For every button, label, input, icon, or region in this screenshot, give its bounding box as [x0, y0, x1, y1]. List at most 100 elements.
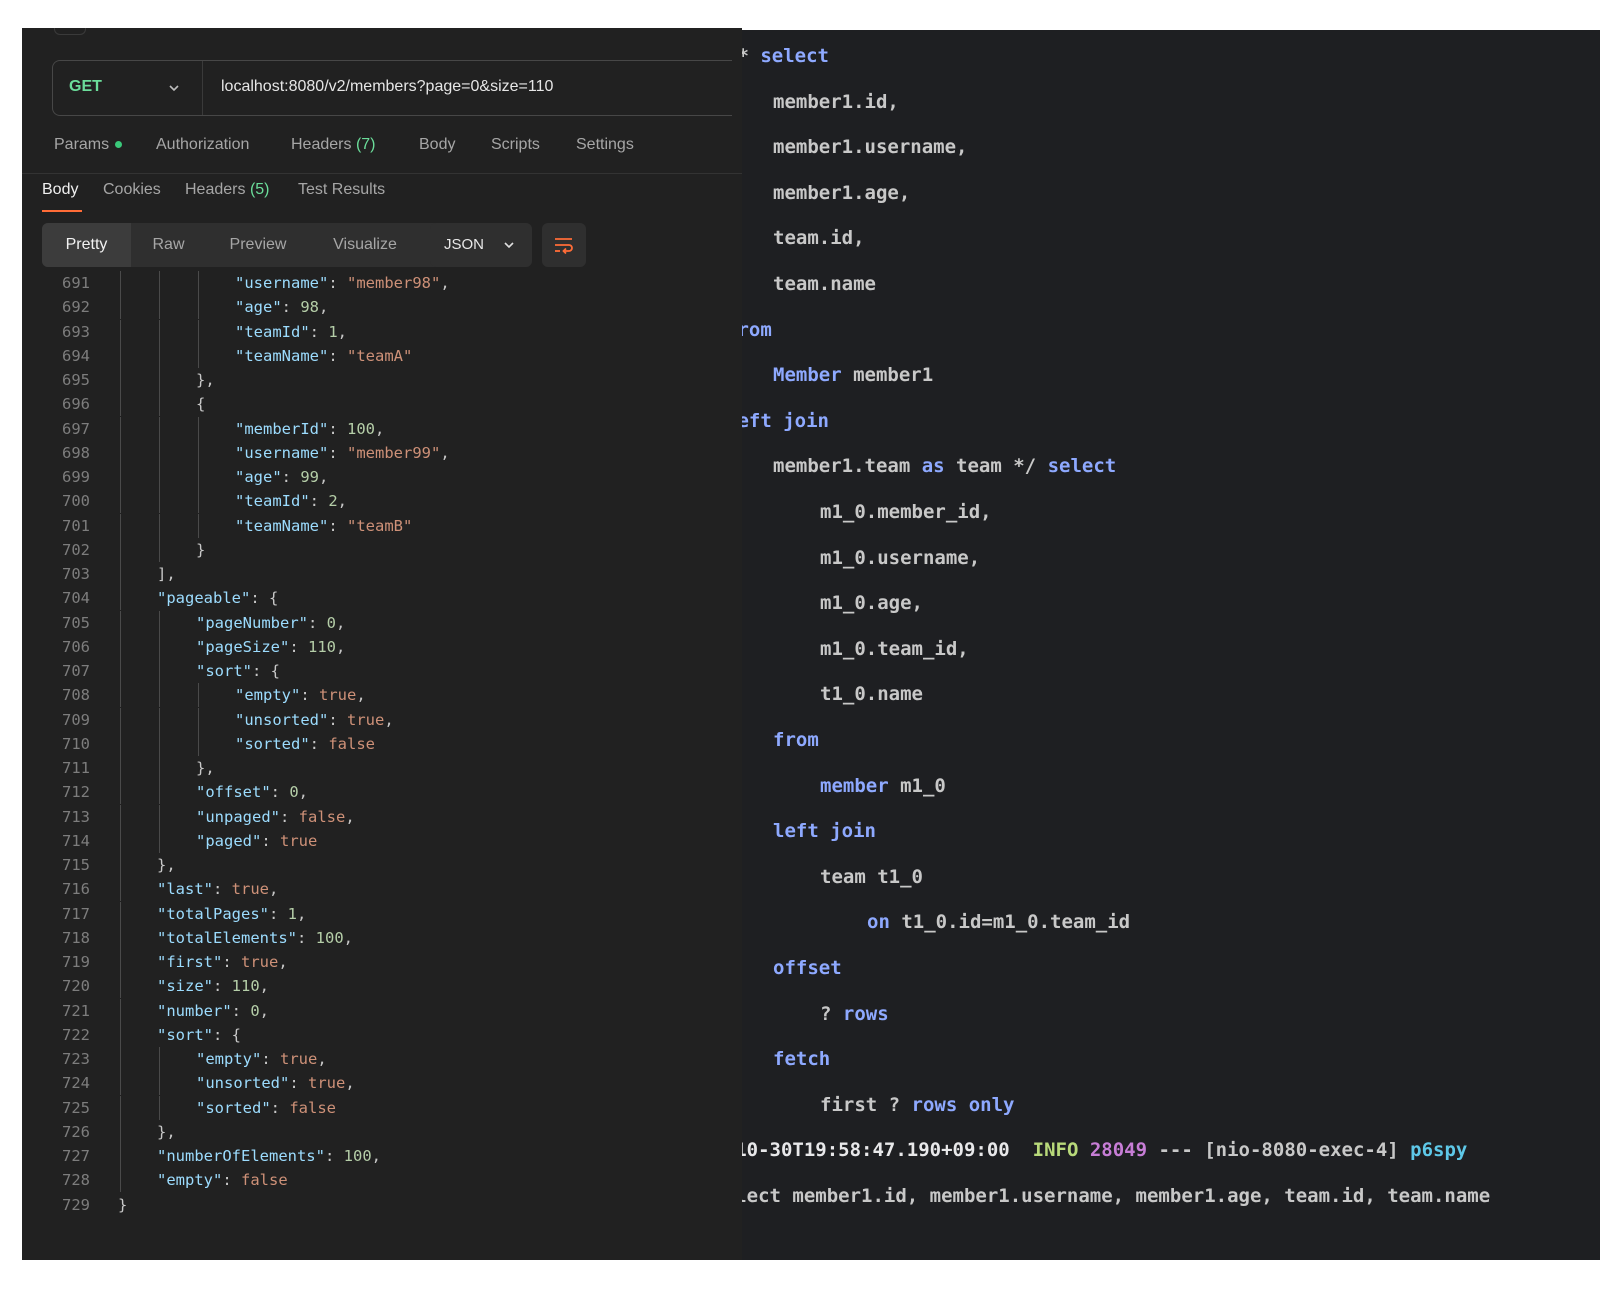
code-text: "sort": {	[157, 1023, 241, 1047]
line-number: 716	[62, 880, 90, 899]
tab-response-headers-count: (5)	[249, 181, 270, 198]
tab-body[interactable]: Body	[419, 136, 455, 154]
code-text: "age": 99,	[235, 465, 328, 489]
code-token: "unsorted"	[235, 710, 329, 729]
indent-guide	[120, 901, 121, 926]
code-token: :	[309, 734, 329, 753]
sql-log-line: offset	[773, 953, 842, 983]
sql-log-line: team.name	[773, 269, 876, 299]
line-number: 699	[62, 468, 90, 486]
sql-token: as	[921, 455, 945, 478]
sql-log-line: team t1_0	[820, 862, 923, 892]
sql-log-line: member m1_0	[820, 771, 946, 801]
indent-guide	[120, 610, 121, 635]
tab-test-results-label: Test Results	[298, 181, 386, 198]
code-line: 699 "age": 99,	[22, 465, 742, 489]
code-line: 727 "numberOfElements": 100,	[22, 1144, 742, 1168]
view-preview-button[interactable]: Preview	[206, 223, 310, 267]
sql-log-line: left join	[742, 406, 829, 436]
code-text: }	[118, 1193, 127, 1217]
indent-guide	[198, 465, 199, 489]
tab-cookies[interactable]: Cookies	[103, 181, 161, 199]
sql-log-line: t1_0.name	[820, 679, 923, 709]
tab-response-body[interactable]: Body	[42, 181, 78, 199]
text-wrap-icon	[555, 238, 573, 255]
indent-guide	[120, 1119, 121, 1144]
code-token: }	[196, 540, 206, 559]
indent-guide	[159, 343, 160, 368]
tab-headers[interactable]: Headers (7)	[291, 136, 376, 154]
view-visualize-button[interactable]: Visualize	[310, 223, 420, 267]
sql-log-line: team.id,	[773, 223, 865, 253]
indent-guide	[120, 319, 121, 344]
view-pretty-button[interactable]: Pretty	[42, 223, 131, 267]
view-raw-button[interactable]: Raw	[131, 223, 206, 267]
code-token: "numberOfElements"	[157, 1147, 325, 1165]
response-body-editor[interactable]: 691 "username": "member98", 692 "age": 98, 6…	[22, 271, 742, 1260]
indent-guide	[159, 659, 160, 683]
code-token: "offset"	[196, 783, 271, 802]
code-text: "size": 110,	[157, 974, 269, 998]
indent-guide	[159, 1071, 160, 1096]
indent-guide	[120, 537, 121, 562]
line-number: 693	[62, 322, 90, 341]
wrap-lines-button[interactable]	[542, 223, 586, 267]
format-label: JSON	[444, 236, 485, 253]
tab-test-results[interactable]: Test Results	[298, 181, 385, 199]
method-select[interactable]: GET	[53, 61, 203, 115]
code-text: "unsorted": true,	[235, 708, 394, 732]
code-token: "empty"	[235, 686, 301, 705]
line-number: 696	[62, 395, 90, 414]
sql-token: 2024-10-30T19:58:47.190+09:00	[742, 1139, 1010, 1162]
indent-guide	[198, 707, 199, 732]
code-token: ,	[384, 710, 394, 729]
sql-token: ?	[820, 1002, 843, 1025]
code-text: "age": 98,	[235, 295, 328, 319]
sql-token: --- [nio-8080-exec-4]	[1147, 1139, 1411, 1162]
sql-token: from	[773, 729, 819, 751]
tab-params[interactable]: Params	[54, 136, 123, 154]
url-input[interactable]: localhost:8080/v2/members?page=0&size=11…	[221, 78, 553, 96]
line-number: 719	[62, 953, 90, 971]
indent-guide	[120, 271, 121, 295]
code-token: :	[328, 516, 347, 535]
line-number: 694	[62, 346, 90, 365]
indent-guide	[120, 295, 121, 320]
code-token: :	[328, 346, 347, 365]
code-line: 720 "size": 110,	[22, 974, 742, 999]
code-text: "numberOfElements": 100,	[157, 1144, 381, 1168]
indent-guide	[159, 780, 160, 805]
tab-response-body-label: Body	[42, 181, 79, 198]
tab-settings[interactable]: Settings	[576, 136, 634, 154]
code-token: true	[241, 953, 279, 971]
sql-token: m1_0	[888, 774, 946, 797]
line-number: 712	[62, 783, 90, 802]
code-token: ,	[440, 443, 450, 462]
code-text: },	[196, 756, 215, 780]
sql-log-line: Member member1	[773, 360, 933, 390]
code-text: "totalElements": 100,	[157, 926, 353, 950]
code-token: ,	[337, 492, 348, 511]
sql-token: member1	[841, 364, 934, 387]
code-text: }	[196, 538, 205, 562]
tab-scripts[interactable]: Scripts	[491, 136, 540, 154]
line-number: 717	[62, 904, 90, 923]
indent-guide	[120, 659, 121, 683]
sql-token: t1_0.id=m1_0.team_id	[889, 911, 1131, 934]
code-line: 718 "totalElements": 100,	[22, 925, 742, 950]
indent-guide	[120, 416, 121, 441]
code-text: "totalPages": 1,	[157, 902, 306, 926]
sql-log-line: m1_0.team_id,	[820, 634, 969, 664]
tab-authorization[interactable]: Authorization	[156, 136, 249, 154]
code-line: 710 "sorted": false	[22, 731, 742, 756]
tab-response-headers[interactable]: Headers (5)	[185, 181, 270, 199]
format-select[interactable]: JSON	[430, 223, 532, 267]
code-line: 719 "first": true,	[22, 950, 742, 974]
line-number: 727	[62, 1147, 90, 1165]
code-text: "empty": true,	[235, 683, 366, 707]
sql-token: 28049	[1089, 1139, 1148, 1162]
code-token: {	[196, 395, 206, 414]
sql-log-line: first ? rows only	[820, 1090, 1014, 1120]
code-token: ],	[157, 565, 176, 583]
line-number: 697	[62, 419, 90, 438]
